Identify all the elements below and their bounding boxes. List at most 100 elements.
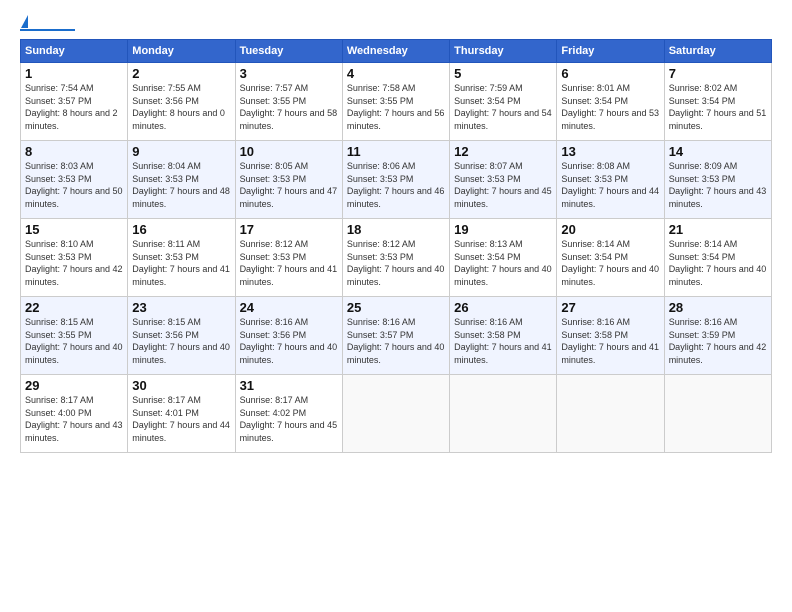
day-cell: 8 Sunrise: 8:03 AMSunset: 3:53 PMDayligh… — [21, 141, 128, 219]
calendar-table: SundayMondayTuesdayWednesdayThursdayFrid… — [20, 39, 772, 453]
day-cell: 23 Sunrise: 8:15 AMSunset: 3:56 PMDaylig… — [128, 297, 235, 375]
col-header-friday: Friday — [557, 40, 664, 63]
day-info: Sunrise: 8:13 AMSunset: 3:54 PMDaylight:… — [454, 239, 552, 287]
day-number: 26 — [454, 300, 552, 315]
day-number: 20 — [561, 222, 659, 237]
day-number: 13 — [561, 144, 659, 159]
day-info: Sunrise: 8:06 AMSunset: 3:53 PMDaylight:… — [347, 161, 445, 209]
day-cell: 5 Sunrise: 7:59 AMSunset: 3:54 PMDayligh… — [450, 63, 557, 141]
col-header-thursday: Thursday — [450, 40, 557, 63]
day-number: 29 — [25, 378, 123, 393]
day-cell: 12 Sunrise: 8:07 AMSunset: 3:53 PMDaylig… — [450, 141, 557, 219]
day-info: Sunrise: 8:15 AMSunset: 3:56 PMDaylight:… — [132, 317, 230, 365]
day-number: 9 — [132, 144, 230, 159]
day-info: Sunrise: 7:55 AMSunset: 3:56 PMDaylight:… — [132, 83, 225, 131]
day-info: Sunrise: 8:01 AMSunset: 3:54 PMDaylight:… — [561, 83, 659, 131]
week-row-1: 1 Sunrise: 7:54 AMSunset: 3:57 PMDayligh… — [21, 63, 772, 141]
col-header-wednesday: Wednesday — [342, 40, 449, 63]
day-cell — [664, 375, 771, 453]
day-number: 25 — [347, 300, 445, 315]
day-cell: 1 Sunrise: 7:54 AMSunset: 3:57 PMDayligh… — [21, 63, 128, 141]
day-cell: 15 Sunrise: 8:10 AMSunset: 3:53 PMDaylig… — [21, 219, 128, 297]
header — [20, 15, 772, 31]
week-row-4: 22 Sunrise: 8:15 AMSunset: 3:55 PMDaylig… — [21, 297, 772, 375]
day-number: 30 — [132, 378, 230, 393]
day-number: 18 — [347, 222, 445, 237]
day-cell: 17 Sunrise: 8:12 AMSunset: 3:53 PMDaylig… — [235, 219, 342, 297]
day-number: 10 — [240, 144, 338, 159]
day-info: Sunrise: 8:17 AMSunset: 4:01 PMDaylight:… — [132, 395, 230, 443]
day-number: 3 — [240, 66, 338, 81]
day-cell: 27 Sunrise: 8:16 AMSunset: 3:58 PMDaylig… — [557, 297, 664, 375]
day-number: 31 — [240, 378, 338, 393]
day-number: 5 — [454, 66, 552, 81]
col-header-tuesday: Tuesday — [235, 40, 342, 63]
day-info: Sunrise: 8:16 AMSunset: 3:58 PMDaylight:… — [454, 317, 552, 365]
day-cell: 11 Sunrise: 8:06 AMSunset: 3:53 PMDaylig… — [342, 141, 449, 219]
day-number: 7 — [669, 66, 767, 81]
day-cell: 31 Sunrise: 8:17 AMSunset: 4:02 PMDaylig… — [235, 375, 342, 453]
day-info: Sunrise: 7:57 AMSunset: 3:55 PMDaylight:… — [240, 83, 338, 131]
day-number: 16 — [132, 222, 230, 237]
day-cell — [342, 375, 449, 453]
day-info: Sunrise: 8:11 AMSunset: 3:53 PMDaylight:… — [132, 239, 230, 287]
day-info: Sunrise: 8:05 AMSunset: 3:53 PMDaylight:… — [240, 161, 338, 209]
day-cell: 9 Sunrise: 8:04 AMSunset: 3:53 PMDayligh… — [128, 141, 235, 219]
day-cell: 14 Sunrise: 8:09 AMSunset: 3:53 PMDaylig… — [664, 141, 771, 219]
day-number: 1 — [25, 66, 123, 81]
day-info: Sunrise: 8:17 AMSunset: 4:02 PMDaylight:… — [240, 395, 338, 443]
day-info: Sunrise: 8:16 AMSunset: 3:59 PMDaylight:… — [669, 317, 767, 365]
day-number: 24 — [240, 300, 338, 315]
day-cell: 4 Sunrise: 7:58 AMSunset: 3:55 PMDayligh… — [342, 63, 449, 141]
col-header-sunday: Sunday — [21, 40, 128, 63]
day-cell — [450, 375, 557, 453]
day-cell: 3 Sunrise: 7:57 AMSunset: 3:55 PMDayligh… — [235, 63, 342, 141]
day-cell: 18 Sunrise: 8:12 AMSunset: 3:53 PMDaylig… — [342, 219, 449, 297]
day-info: Sunrise: 7:54 AMSunset: 3:57 PMDaylight:… — [25, 83, 118, 131]
day-info: Sunrise: 8:15 AMSunset: 3:55 PMDaylight:… — [25, 317, 123, 365]
day-info: Sunrise: 8:07 AMSunset: 3:53 PMDaylight:… — [454, 161, 552, 209]
day-cell: 25 Sunrise: 8:16 AMSunset: 3:57 PMDaylig… — [342, 297, 449, 375]
day-info: Sunrise: 8:09 AMSunset: 3:53 PMDaylight:… — [669, 161, 767, 209]
day-info: Sunrise: 8:16 AMSunset: 3:58 PMDaylight:… — [561, 317, 659, 365]
day-info: Sunrise: 7:58 AMSunset: 3:55 PMDaylight:… — [347, 83, 445, 131]
day-number: 6 — [561, 66, 659, 81]
day-info: Sunrise: 8:04 AMSunset: 3:53 PMDaylight:… — [132, 161, 230, 209]
day-cell: 19 Sunrise: 8:13 AMSunset: 3:54 PMDaylig… — [450, 219, 557, 297]
day-number: 15 — [25, 222, 123, 237]
day-info: Sunrise: 8:16 AMSunset: 3:57 PMDaylight:… — [347, 317, 445, 365]
day-number: 22 — [25, 300, 123, 315]
day-number: 23 — [132, 300, 230, 315]
day-number: 28 — [669, 300, 767, 315]
day-cell: 21 Sunrise: 8:14 AMSunset: 3:54 PMDaylig… — [664, 219, 771, 297]
day-info: Sunrise: 8:02 AMSunset: 3:54 PMDaylight:… — [669, 83, 767, 131]
day-info: Sunrise: 8:14 AMSunset: 3:54 PMDaylight:… — [669, 239, 767, 287]
day-cell: 16 Sunrise: 8:11 AMSunset: 3:53 PMDaylig… — [128, 219, 235, 297]
header-row: SundayMondayTuesdayWednesdayThursdayFrid… — [21, 40, 772, 63]
day-cell: 26 Sunrise: 8:16 AMSunset: 3:58 PMDaylig… — [450, 297, 557, 375]
calendar-page: SundayMondayTuesdayWednesdayThursdayFrid… — [0, 0, 792, 612]
day-info: Sunrise: 8:10 AMSunset: 3:53 PMDaylight:… — [25, 239, 123, 287]
col-header-saturday: Saturday — [664, 40, 771, 63]
week-row-5: 29 Sunrise: 8:17 AMSunset: 4:00 PMDaylig… — [21, 375, 772, 453]
day-cell: 2 Sunrise: 7:55 AMSunset: 3:56 PMDayligh… — [128, 63, 235, 141]
day-number: 14 — [669, 144, 767, 159]
day-number: 17 — [240, 222, 338, 237]
day-info: Sunrise: 8:17 AMSunset: 4:00 PMDaylight:… — [25, 395, 123, 443]
day-cell: 10 Sunrise: 8:05 AMSunset: 3:53 PMDaylig… — [235, 141, 342, 219]
week-row-3: 15 Sunrise: 8:10 AMSunset: 3:53 PMDaylig… — [21, 219, 772, 297]
day-cell — [557, 375, 664, 453]
day-cell: 7 Sunrise: 8:02 AMSunset: 3:54 PMDayligh… — [664, 63, 771, 141]
day-info: Sunrise: 8:16 AMSunset: 3:56 PMDaylight:… — [240, 317, 338, 365]
day-cell: 29 Sunrise: 8:17 AMSunset: 4:00 PMDaylig… — [21, 375, 128, 453]
day-cell: 30 Sunrise: 8:17 AMSunset: 4:01 PMDaylig… — [128, 375, 235, 453]
day-number: 19 — [454, 222, 552, 237]
day-cell: 20 Sunrise: 8:14 AMSunset: 3:54 PMDaylig… — [557, 219, 664, 297]
day-info: Sunrise: 8:03 AMSunset: 3:53 PMDaylight:… — [25, 161, 123, 209]
day-info: Sunrise: 8:08 AMSunset: 3:53 PMDaylight:… — [561, 161, 659, 209]
day-cell: 28 Sunrise: 8:16 AMSunset: 3:59 PMDaylig… — [664, 297, 771, 375]
day-number: 4 — [347, 66, 445, 81]
day-info: Sunrise: 8:12 AMSunset: 3:53 PMDaylight:… — [347, 239, 445, 287]
day-cell: 6 Sunrise: 8:01 AMSunset: 3:54 PMDayligh… — [557, 63, 664, 141]
day-number: 21 — [669, 222, 767, 237]
